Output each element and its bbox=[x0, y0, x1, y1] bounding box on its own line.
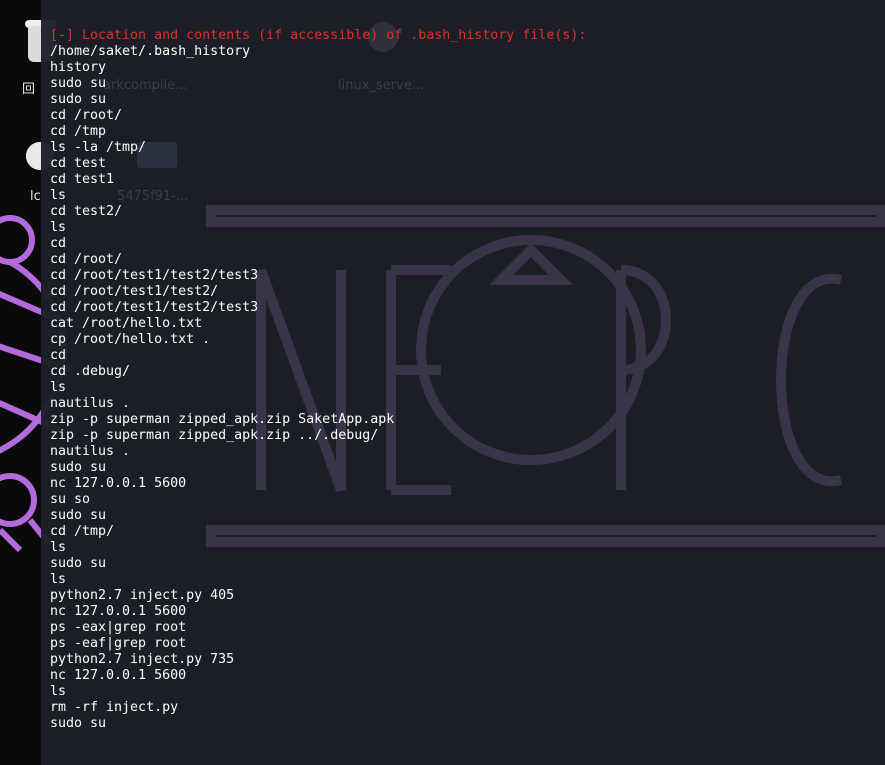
history-line: ls bbox=[50, 220, 67, 235]
history-line: sudo su bbox=[50, 716, 107, 731]
history-line: sudo su bbox=[50, 508, 107, 523]
history-line: cd bbox=[50, 348, 67, 363]
history-line: nautilus . bbox=[50, 444, 131, 459]
history-line: cd /tmp bbox=[50, 124, 107, 139]
history-line: cd test2/ bbox=[50, 204, 123, 219]
history-line: python2.7 inject.py 405 bbox=[50, 588, 235, 603]
terminal-window[interactable]: arkcompile... linux_serve... 5475f91-...… bbox=[41, 0, 885, 765]
history-line: python2.7 inject.py 735 bbox=[50, 652, 235, 667]
history-line: ls bbox=[50, 684, 67, 699]
history-line: ps -eaf|grep root bbox=[50, 636, 187, 651]
history-line: ls -la /tmp/ bbox=[50, 140, 147, 155]
history-line: sudo su bbox=[50, 92, 107, 107]
history-line: ls bbox=[50, 188, 67, 203]
section-header: [-] Location and contents (if accessible… bbox=[50, 28, 587, 43]
history-line: cp /root/hello.txt . bbox=[50, 332, 211, 347]
history-file-path: /home/saket/.bash_history bbox=[50, 44, 251, 59]
history-line: cd /tmp/ bbox=[50, 524, 115, 539]
history-line: rm -rf inject.py bbox=[50, 700, 179, 715]
history-line: ls bbox=[50, 572, 67, 587]
history-line: cd /root/ bbox=[50, 252, 123, 267]
history-line: ps -eax|grep root bbox=[50, 620, 187, 635]
history-line: nautilus . bbox=[50, 396, 131, 411]
history-line: sudo su bbox=[50, 460, 107, 475]
history-line: cd /root/test1/test2/test3 bbox=[50, 300, 259, 315]
history-line: cd /root/test1/test2/test3 bbox=[50, 268, 259, 283]
history-line: cd .debug/ bbox=[50, 364, 131, 379]
history-line: history bbox=[50, 60, 107, 75]
history-line: cd test bbox=[50, 156, 107, 171]
history-line: cd /root/ bbox=[50, 108, 123, 123]
history-line: ls bbox=[50, 380, 67, 395]
history-line: nc 127.0.0.1 5600 bbox=[50, 668, 187, 683]
history-line: sudo su bbox=[50, 76, 107, 91]
history-line: cd test1 bbox=[50, 172, 115, 187]
history-line: cd /root/test1/test2/ bbox=[50, 284, 219, 299]
history-line: sudo su bbox=[50, 556, 107, 571]
history-line: cat /root/hello.txt bbox=[50, 316, 203, 331]
history-line: ls bbox=[50, 540, 67, 555]
history-line: cd bbox=[50, 236, 67, 251]
history-line: zip -p superman zipped_apk.zip ../.debug… bbox=[50, 428, 379, 443]
desktop-icon-label: 回 bbox=[22, 82, 36, 97]
history-line: nc 127.0.0.1 5600 bbox=[50, 476, 187, 491]
history-line: zip -p superman zipped_apk.zip SaketApp.… bbox=[50, 412, 395, 427]
terminal-output: [-] Location and contents (if accessible… bbox=[50, 28, 586, 732]
history-line: su so bbox=[50, 492, 91, 507]
history-line: nc 127.0.0.1 5600 bbox=[50, 604, 187, 619]
